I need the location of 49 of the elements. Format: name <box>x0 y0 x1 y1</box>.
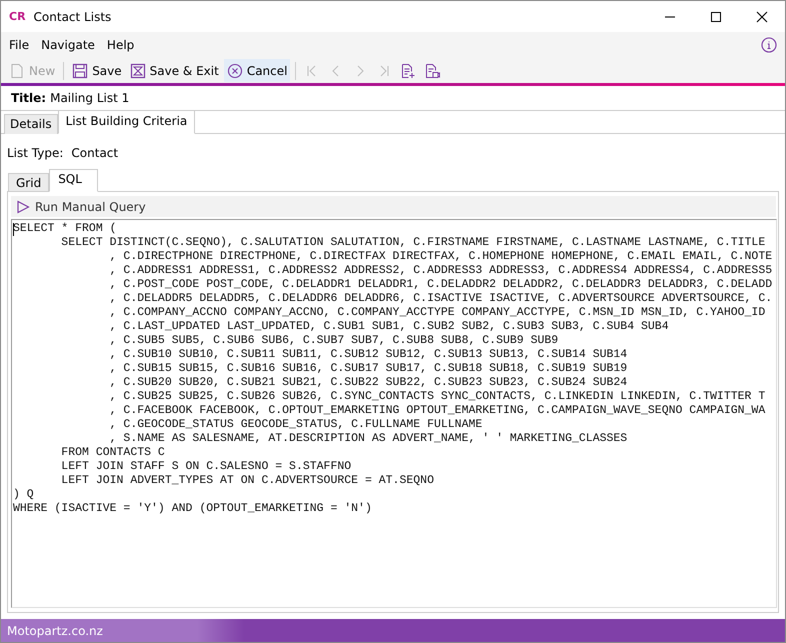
code-line: FROM CONTACTS C <box>60 446 165 460</box>
tab[interactable]: Details <box>4 114 58 134</box>
menu-item[interactable]: Navigate <box>41 38 95 52</box>
code-line: , C.FACEBOOK FACEBOOK, C.OPTOUT_EMARKETING OPTOUT_EMARKETING, C.CAMPAIGN_WAVE_SEQNO CAMPAIGN_WA <box>108 404 766 418</box>
save-button[interactable]: Save <box>69 59 125 82</box>
status-text: Motopartz.co.nz <box>7 624 103 638</box>
sql-editor[interactable] <box>11 219 777 608</box>
code-line: , C.COMPANY_ACCNO COMPANY_ACCNO, C.COMPANY_ACCTYPE COMPANY_ACCTYPE, C.MSN_ID MSN_ID, C.YAHOO_ID <box>108 306 766 320</box>
code-line: SELECT DISTINCT(C.SEQNO), C.SALUTATION SALUTATION, C.FIRSTNAME FIRSTNAME, C.LASTNAME LASTNAME, C.TITLE <box>60 236 766 250</box>
code-line: , C.ADDRESS1 ADDRESS1, C.ADDRESS2 ADDRESS2, C.ADDRESS3 ADDRESS3, C.ADDRESS4 ADDRESS4, C.ADDRESS5 <box>108 264 772 278</box>
code-line: , C.SUB15 SUB15, C.SUB16 SUB16, C.SUB17 SUB17, C.SUB18 SUB18, C.SUB19 SUB19 <box>108 362 628 376</box>
code-line: , C.GEOCODE_STATUS GEOCODE_STATUS, C.FULLNAME FULLNAME <box>108 418 482 432</box>
tab[interactable]: SQL <box>49 169 98 192</box>
play-icon <box>16 200 30 214</box>
maximize-icon[interactable] <box>710 10 722 22</box>
code-line: SELECT * FROM ( <box>13 222 117 236</box>
cancel-button[interactable]: Cancel <box>224 59 290 82</box>
document-add-icon[interactable] <box>400 62 416 78</box>
run-query-button[interactable]: Run Manual Query <box>11 196 776 217</box>
info-icon[interactable] <box>761 37 777 53</box>
save-exit-button[interactable]: Save & Exit <box>126 59 222 82</box>
tab[interactable]: Grid <box>8 173 50 192</box>
code-line: WHERE (ISACTIVE = 'Y') AND (OPTOUT_EMARKETING = 'N') <box>13 502 372 516</box>
code-line: , C.SUB5 SUB5, C.SUB6 SUB6, C.SUB7 SUB7, C.SUB8 SUB8, C.SUB9 SUB9 <box>108 334 558 348</box>
document-icon <box>9 62 25 78</box>
code-line: , C.LAST_UPDATED LAST_UPDATED, C.SUB1 SUB1, C.SUB2 SUB2, C.SUB3 SUB3, C.SUB4 SUB4 <box>108 320 669 334</box>
window-title: Contact Lists <box>34 10 112 24</box>
document-video-icon[interactable] <box>424 62 440 78</box>
code-line: LEFT JOIN STAFF S ON C.SALESNO = S.STAFFNO <box>60 460 352 474</box>
code-line: , C.DIRECTPHONE DIRECTPHONE, C.DIRECTFAX DIRECTFAX, C.HOMEPHONE HOMEPHONE, C.EMAIL EMAIL, C.NOTE <box>108 250 772 264</box>
code-line: , S.NAME AS SALESNAME, AT.DESCRIPTION AS ADVERT_NAME, ' ' MARKETING_CLASSES <box>108 432 628 446</box>
menu-item[interactable]: File <box>9 38 30 52</box>
cancel-icon <box>226 62 243 78</box>
code-line: LEFT JOIN ADVERT_TYPES AT ON C.ADVERTSOURCE = AT.SEQNO <box>60 474 434 488</box>
list-type-value: Contact <box>71 146 118 160</box>
list-type-label: List Type: <box>7 146 64 160</box>
menu-item[interactable]: Help <box>106 38 134 52</box>
code-line: ) Q <box>13 488 34 502</box>
title-label: Title: <box>11 91 46 105</box>
tab[interactable]: List Building Criteria <box>58 110 196 134</box>
app-logo: CR <box>9 10 26 23</box>
close-icon[interactable] <box>756 10 768 22</box>
title-value: Mailing List 1 <box>50 91 130 105</box>
save-icon <box>72 62 88 78</box>
code-line: , C.DELADDR5 DELADDR5, C.DELADDR6 DELADDR6, C.ISACTIVE ISACTIVE, C.ADVERTSOURCE ADVERTSOURCE, C. <box>108 292 772 306</box>
code-line: , C.POST_CODE POST_CODE, C.DELADDR1 DELADDR1, C.DELADDR2 DELADDR2, C.DELADDR3 DELADDR3, C.DELADD <box>108 278 772 292</box>
code-line: , C.SUB10 SUB10, C.SUB11 SUB11, C.SUB12 SUB12, C.SUB13 SUB13, C.SUB14 SUB14 <box>108 348 628 362</box>
code-line: , C.SUB25 SUB25, C.SUB26 SUB26, C.SYNC_CONTACTS SYNC_CONTACTS, C.LINKEDIN LINKEDIN, C.TWITTER T <box>108 390 766 404</box>
code-line: , C.SUB20 SUB20, C.SUB21 SUB21, C.SUB22 SUB22, C.SUB23 SUB23, C.SUB24 SUB24 <box>108 376 628 390</box>
